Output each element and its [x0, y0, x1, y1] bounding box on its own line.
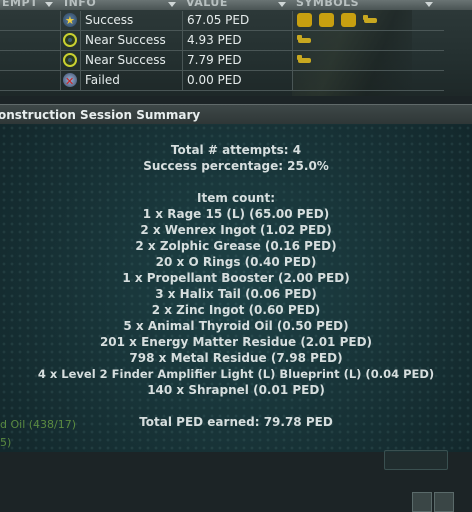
info-cell: Success — [80, 11, 182, 30]
value-cell: 4.93 PED — [182, 31, 292, 50]
value-cell: 67.05 PED — [182, 11, 292, 30]
attempts-table: EMPT INFO VALUE SYMBOLS Success 67.05 PE… — [0, 0, 472, 96]
header-info[interactable]: INFO — [64, 0, 96, 10]
symbols-cell — [292, 51, 444, 70]
summary-title-bar[interactable]: onstruction Session Summary — [0, 104, 472, 125]
blueprint-icon — [319, 13, 334, 27]
status-icon-cell — [60, 31, 80, 50]
near-success-ring-icon — [63, 53, 77, 67]
status-icon-cell — [60, 11, 80, 30]
total-earned: Total PED earned: 79.78 PED — [139, 415, 333, 429]
item-count-label: Item count: — [197, 191, 275, 205]
sort-arrow-icon[interactable] — [278, 2, 286, 7]
total-attempts: Total # attempts: 4 — [170, 143, 302, 157]
header-attempt[interactable]: EMPT — [2, 0, 38, 10]
item-line: 2 x Zolphic Grease (0.16 PED) — [135, 239, 337, 253]
success-percentage: Success percentage: 25.0% — [143, 159, 329, 173]
attempt-cell — [0, 51, 60, 70]
item-line: 140 x Shrapnel (0.01 PED) — [147, 383, 325, 397]
table-row[interactable]: Near Success 7.79 PED — [0, 51, 444, 71]
item-line: 5 x Animal Thyroid Oil (0.50 PED) — [123, 319, 349, 333]
failed-x-icon — [63, 72, 77, 91]
value-cell: 7.79 PED — [182, 51, 292, 70]
header-value[interactable]: VALUE — [186, 0, 228, 10]
table-row[interactable]: Success 67.05 PED — [0, 11, 444, 31]
item-line: 201 x Energy Matter Residue (2.01 PED) — [99, 335, 373, 349]
animal-icon — [297, 33, 312, 47]
item-line: 4 x Level 2 Finder Amplifier Light (L) B… — [37, 367, 435, 381]
info-cell: Near Success — [80, 31, 182, 50]
item-line: 2 x Zinc Ingot (0.60 PED) — [151, 303, 321, 317]
sort-arrow-icon[interactable] — [425, 2, 433, 7]
info-cell: Near Success — [80, 51, 182, 70]
gold-coin-icon — [297, 13, 312, 27]
value-cell: 0.00 PED — [182, 71, 292, 90]
table-row[interactable]: Near Success 4.93 PED — [0, 31, 444, 51]
symbols-cell — [292, 11, 444, 30]
animal-icon — [363, 13, 378, 27]
status-icon-cell — [60, 71, 80, 91]
status-icon-cell — [60, 51, 80, 70]
item-line: 20 x O Rings (0.40 PED) — [155, 255, 317, 269]
symbols-cell — [292, 71, 444, 90]
near-success-ring-icon — [63, 33, 77, 47]
background-button — [384, 450, 448, 470]
header-symbols[interactable]: SYMBOLS — [296, 0, 359, 10]
item-line: 3 x Halix Tail (0.06 PED) — [155, 287, 317, 301]
attempt-cell — [0, 11, 60, 30]
sort-arrow-icon[interactable] — [168, 2, 176, 7]
item-line: 1 x Propellant Booster (2.00 PED) — [122, 271, 350, 285]
attempt-cell — [0, 71, 60, 90]
success-star-icon — [63, 11, 77, 30]
animal-icon — [297, 53, 312, 67]
table-header: EMPT INFO VALUE SYMBOLS — [0, 0, 472, 10]
info-cell: Failed — [80, 71, 182, 90]
attempt-cell — [0, 31, 60, 50]
sort-arrow-icon[interactable] — [45, 2, 53, 7]
symbols-cell — [292, 31, 444, 50]
summary-title: onstruction Session Summary — [0, 108, 201, 122]
table-row[interactable]: Failed 0.00 PED — [0, 71, 444, 91]
background-side-text: 5) — [0, 436, 12, 449]
item-line: 2 x Wenrex Ingot (1.02 PED) — [140, 223, 332, 237]
blueprint-icon — [341, 13, 356, 27]
background-icon — [434, 492, 454, 512]
item-line: 798 x Metal Residue (7.98 PED) — [129, 351, 343, 365]
background-icon — [412, 492, 432, 512]
item-line: 1 x Rage 15 (L) (65.00 PED) — [142, 207, 330, 221]
summary-panel: d Oil (438/17) 5) Total # attempts: 4 Su… — [0, 124, 472, 512]
